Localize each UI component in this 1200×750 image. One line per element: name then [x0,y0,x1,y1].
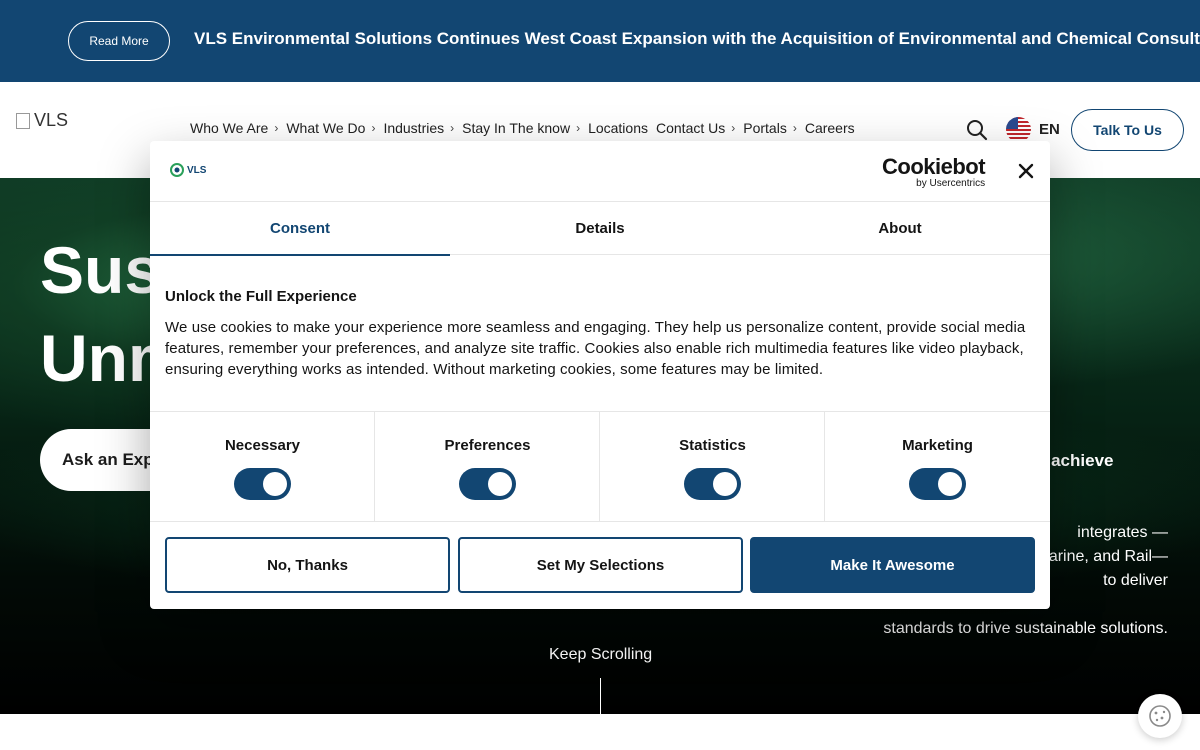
nav-item-stay-in-the-know[interactable]: Stay In The know › [462,120,580,136]
nav-label: Locations [588,120,648,136]
nav-item-industries[interactable]: Industries › [383,120,454,136]
nav-item-careers[interactable]: Careers [805,120,855,136]
cookiebot-brand[interactable]: Cookiebot by Usercentrics [882,154,986,189]
chevron-right-icon: › [274,121,279,135]
nav-label: Industries [383,120,445,136]
nav-item-what-we-do[interactable]: What We Do › [286,120,375,136]
dialog-header: VLS Cookiebot by Usercentrics [150,141,1050,202]
cookie-consent-dialog: VLS Cookiebot by Usercentrics Consent De… [150,141,1050,609]
dialog-tabs: Consent Details About [150,202,1050,256]
nav-item-who-we-are[interactable]: Who We Are › [190,120,278,136]
talk-to-us-button[interactable]: Talk To Us [1071,109,1184,151]
language-code: EN [1039,121,1060,138]
make-it-awesome-button[interactable]: Make It Awesome [750,537,1035,593]
read-more-button[interactable]: Read More [68,21,170,61]
category-marketing: Marketing [825,412,1050,522]
chevron-right-icon: › [450,121,455,135]
category-label: Marketing [902,437,973,454]
cookie-settings-button[interactable] [1138,694,1182,738]
tab-about[interactable]: About [750,202,1050,255]
nav-item-locations[interactable]: Locations [588,120,648,136]
main-nav: Who We Are › What We Do › Industries › Stay… [190,120,855,136]
broken-image-icon [16,112,30,129]
necessary-toggle[interactable] [234,468,291,500]
dialog-logo-text: VLS [187,164,207,176]
site-logo[interactable]: VLS [16,110,68,131]
keep-scrolling-label: Keep Scrolling [549,646,653,663]
nav-label: Careers [804,120,855,136]
preferences-toggle[interactable] [459,468,516,500]
chevron-right-icon: › [792,121,797,135]
nav-label: What We Do [286,120,366,136]
nav-label: Who We Are [190,120,269,136]
banner-headline-link[interactable]: VLS Environmental Solutions Continues We… [194,29,1200,49]
category-label: Statistics [679,437,746,454]
set-my-selections-button[interactable]: Set My Selections [458,537,743,593]
language-selector[interactable]: EN [1006,117,1060,142]
category-label: Necessary [224,437,301,454]
us-flag-icon [1006,117,1031,142]
category-preferences: Preferences [375,412,600,522]
logo-alt-text: VLS [34,110,69,130]
nav-label: Stay In The know [462,120,571,136]
nav-item-portals[interactable]: Portals › [743,120,797,136]
nav-item-contact-us[interactable]: Contact Us › [656,120,735,136]
statistics-toggle[interactable] [684,468,741,500]
tab-details[interactable]: Details [450,202,750,255]
dialog-description: We use cookies to make your experience m… [165,319,1026,378]
cookiebot-sub: by Usercentrics [916,178,986,189]
hero-description-line: standards to drive sustainable solutions… [883,620,1168,637]
nav-label: Contact Us [656,120,726,136]
dialog-logo: VLS [170,163,206,177]
chevron-right-icon: › [731,121,736,135]
chevron-right-icon: › [371,121,376,135]
cookie-categories: Necessary Preferences Statistics Marketi… [150,411,1050,522]
vls-logo-icon [170,163,184,177]
no-thanks-button[interactable]: No, Thanks [165,537,450,593]
category-necessary: Necessary [150,412,375,522]
nav-label: Portals [743,120,787,136]
cookiebot-name: Cookiebot [882,154,986,179]
chevron-right-icon: › [576,121,581,135]
dialog-title: Unlock the Full Experience [165,288,357,305]
banner-headline: VLS Environmental Solutions Continues We… [194,29,1200,48]
cookie-settings-icon [1149,705,1171,727]
close-icon[interactable] [1016,161,1036,181]
tab-consent[interactable]: Consent [150,202,450,256]
category-label: Preferences [444,437,531,454]
announcement-banner: Read More VLS Environmental Solutions Co… [0,0,1200,82]
category-statistics: Statistics [600,412,825,522]
scroll-indicator-line [600,678,601,714]
search-icon[interactable] [965,118,989,142]
marketing-toggle[interactable] [909,468,966,500]
